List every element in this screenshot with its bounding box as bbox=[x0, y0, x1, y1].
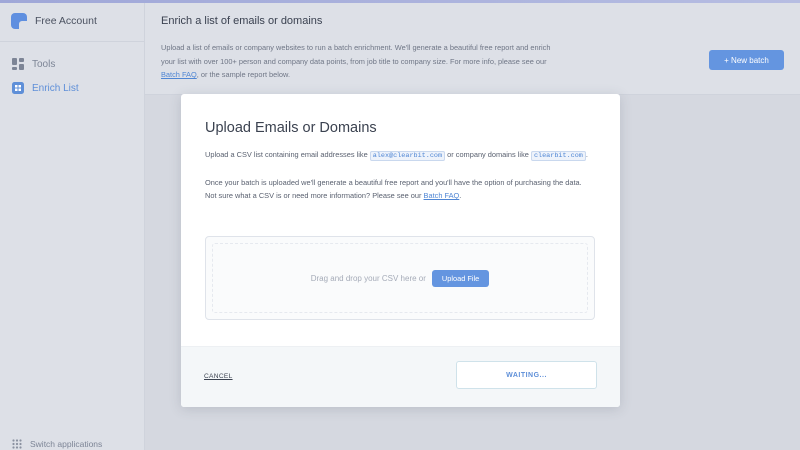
page-description: Upload a list of emails or company websi… bbox=[161, 41, 561, 82]
upload-file-button[interactable]: Upload File bbox=[431, 269, 490, 287]
email-example: alex@clearbit.com bbox=[369, 151, 446, 161]
report-info: Once your batch is uploaded we'll genera… bbox=[205, 178, 582, 187]
instruction-text: . bbox=[585, 150, 588, 159]
account-switcher[interactable]: Free Account bbox=[0, 0, 144, 42]
instruction-text: Upload a CSV list containing email addre… bbox=[205, 150, 370, 159]
sidebar-item-label: Tools bbox=[32, 58, 56, 70]
sidebar-item-label: Enrich List bbox=[32, 82, 79, 94]
waiting-button[interactable]: WAITING... bbox=[456, 361, 597, 389]
batch-faq-link[interactable]: Batch FAQ bbox=[161, 70, 197, 79]
top-accent-stripe bbox=[0, 0, 800, 3]
instruction-text: or company domains like bbox=[445, 150, 531, 159]
cancel-button[interactable]: CANCEL bbox=[204, 373, 233, 380]
page-header: Enrich a list of emails or domains Uploa… bbox=[145, 0, 800, 95]
switch-applications[interactable]: Switch applications bbox=[12, 438, 102, 450]
tools-icon bbox=[12, 58, 24, 70]
modal-footer: CANCEL WAITING... bbox=[181, 346, 620, 407]
sidebar: Free Account Tools Enrich List Switch ap… bbox=[0, 0, 145, 450]
dropzone-text: Drag and drop your CSV here or bbox=[310, 273, 426, 283]
modal-batch-faq-link[interactable]: Batch FAQ bbox=[424, 191, 460, 200]
description-text: Upload a list of emails or company websi… bbox=[161, 43, 551, 66]
csv-dropzone[interactable]: Drag and drop your CSV here or Upload Fi… bbox=[205, 236, 595, 320]
account-name: Free Account bbox=[35, 14, 97, 27]
sidebar-nav: Tools Enrich List bbox=[0, 42, 144, 100]
new-batch-button[interactable]: + New batch bbox=[709, 50, 784, 70]
upload-modal: Upload Emails or Domains Upload a CSV li… bbox=[181, 94, 620, 407]
upload-instructions: Upload a CSV list containing email addre… bbox=[205, 150, 588, 161]
help-text: . bbox=[459, 191, 462, 200]
dropzone-inner: Drag and drop your CSV here or Upload Fi… bbox=[212, 243, 588, 313]
switch-applications-label: Switch applications bbox=[30, 439, 103, 449]
app-grid-icon bbox=[12, 439, 22, 449]
clearbit-logo-icon bbox=[11, 12, 27, 29]
sidebar-item-enrich-list[interactable]: Enrich List bbox=[0, 76, 144, 100]
csv-help: Not sure what a CSV is or need more info… bbox=[205, 191, 461, 200]
sidebar-item-tools[interactable]: Tools bbox=[0, 52, 144, 76]
modal-title: Upload Emails or Domains bbox=[205, 120, 377, 136]
page-title: Enrich a list of emails or domains bbox=[161, 15, 323, 27]
help-text: Not sure what a CSV is or need more info… bbox=[205, 191, 424, 200]
domain-example: clearbit.com bbox=[530, 151, 586, 161]
enrich-list-icon bbox=[12, 82, 24, 94]
description-text-end: , or the sample report below. bbox=[196, 70, 291, 79]
